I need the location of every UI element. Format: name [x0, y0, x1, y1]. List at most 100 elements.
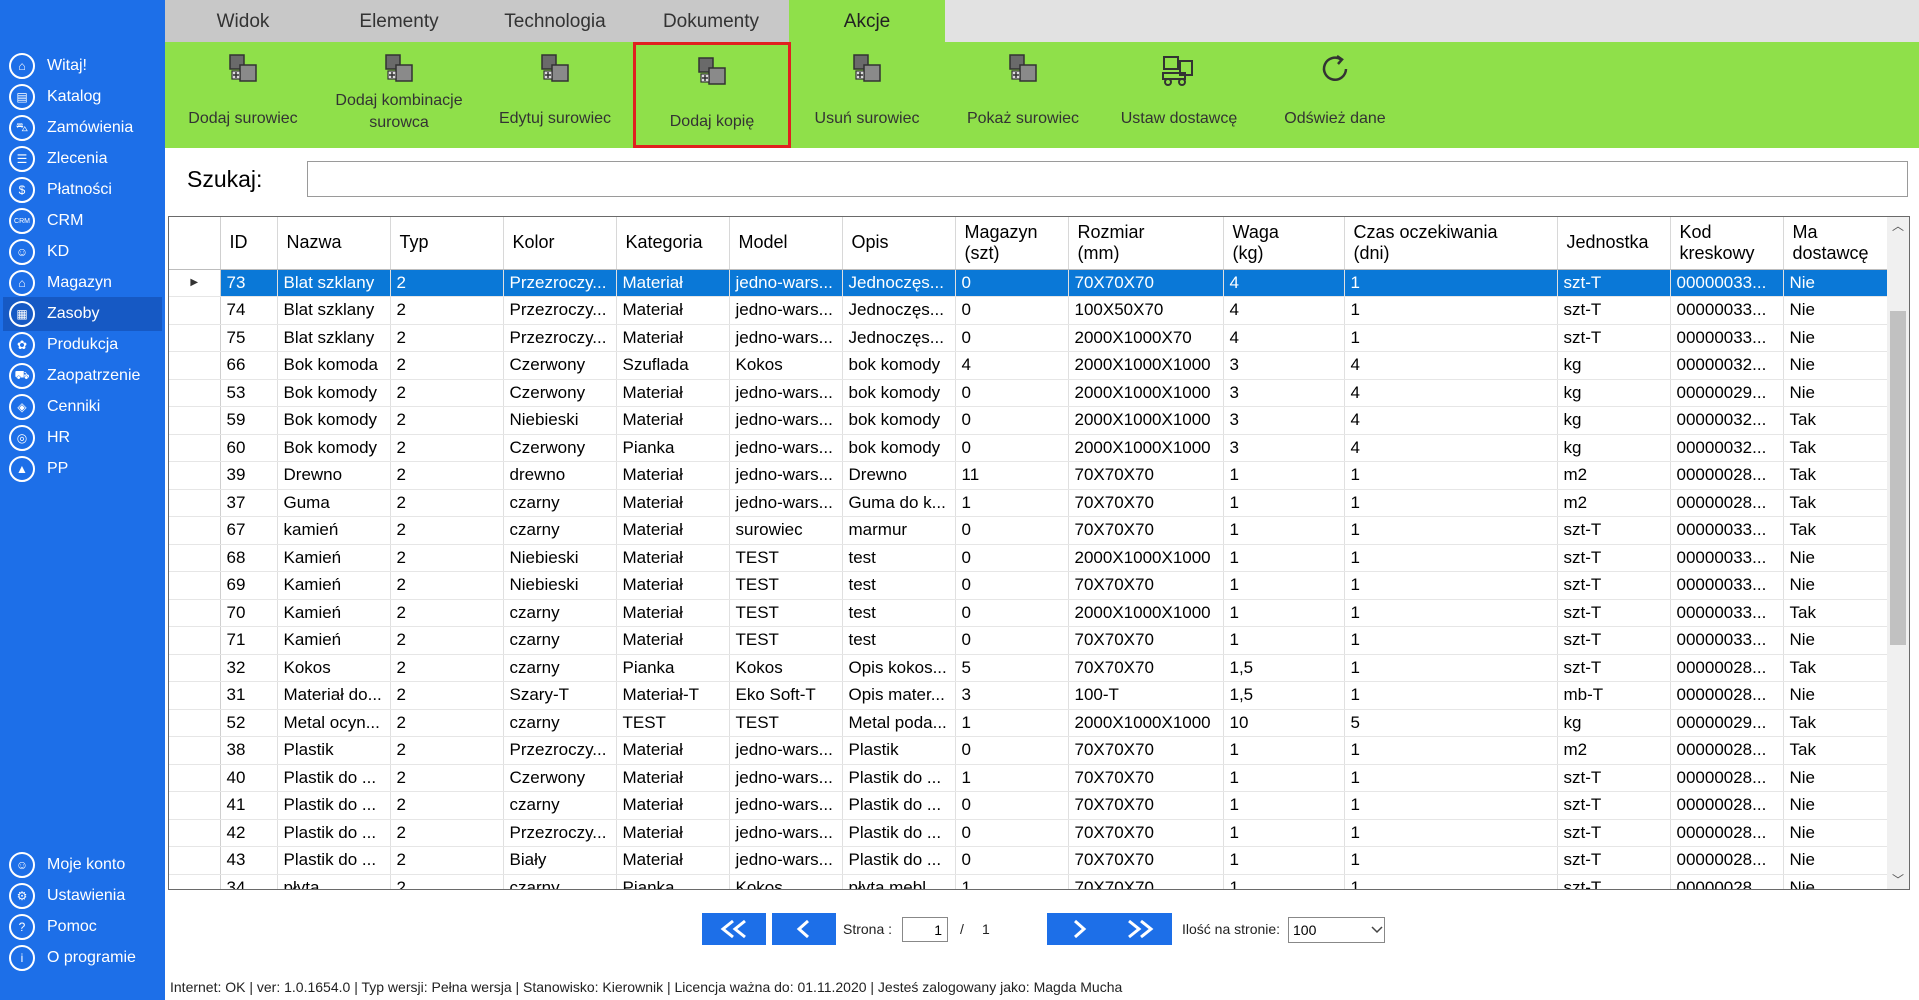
tab-widok[interactable]: Widok: [165, 0, 321, 42]
table-row[interactable]: 40 Plastik do ... 2 Czerwony Materiał jedno-w…: [169, 764, 1897, 792]
column-header-stock[interactable]: Magazyn (szt): [955, 217, 1069, 270]
dodaj-kombinacje-surowca-button[interactable]: Dodaj kombinacje surowca: [321, 42, 477, 148]
row-selector[interactable]: [169, 874, 221, 889]
row-pointer-icon[interactable]: ▶: [169, 269, 221, 297]
row-selector[interactable]: [169, 626, 221, 655]
row-selector[interactable]: [169, 296, 221, 325]
table-row[interactable]: 32 Kokos 2 czarny Pianka Kokos Opis kokos... 5 7…: [169, 654, 1897, 682]
column-header-size[interactable]: Rozmiar (mm): [1068, 217, 1224, 270]
row-selector[interactable]: [169, 791, 221, 820]
table-row[interactable]: 52 Metal ocyn... 2 czarny TEST TEST Metal poda…: [169, 709, 1897, 737]
table-row[interactable]: 53 Bok komody 2 Czerwony Materiał jedno-wars.…: [169, 379, 1897, 407]
column-header-category[interactable]: Kategoria: [616, 217, 730, 270]
search-input[interactable]: [307, 161, 1908, 197]
table-row[interactable]: 75 Blat szklany 2 Przezroczy... Materiał jedn…: [169, 324, 1897, 352]
usu-surowiec-button[interactable]: Usuń surowiec: [789, 42, 945, 148]
column-header-unit[interactable]: Jednostka: [1557, 217, 1671, 270]
tab-elementy[interactable]: Elementy: [321, 0, 477, 42]
ustaw-dostawc--button[interactable]: Ustaw dostawcę: [1101, 42, 1257, 148]
sidebar-item-cenniki[interactable]: ◈ Cenniki: [3, 390, 162, 424]
column-header-weight[interactable]: Waga (kg): [1223, 217, 1345, 270]
table-row[interactable]: 66 Bok komoda 2 Czerwony Szuflada Kokos bok ko…: [169, 351, 1897, 380]
edytuj-surowiec-button[interactable]: Edytuj surowiec: [477, 42, 633, 148]
row-selector[interactable]: [169, 736, 221, 765]
row-selector[interactable]: [169, 351, 221, 380]
table-row[interactable]: 34 płyta 2 czarny Pianka Kokos płyta mebl... 1 7…: [169, 874, 1897, 889]
scrollbar-thumb[interactable]: [1890, 311, 1906, 645]
per-page-select[interactable]: 100: [1288, 917, 1385, 943]
sidebar-item-pp[interactable]: ▲ PP: [3, 452, 162, 486]
sidebar-item-pomoc[interactable]: ? Pomoc: [3, 910, 162, 944]
sidebar-item-crm[interactable]: CRM CRM: [3, 204, 162, 238]
row-selector[interactable]: [169, 846, 221, 875]
table-row[interactable]: 38 Plastik 2 Przezroczy... Materiał jedno-war…: [169, 736, 1897, 765]
page-number-input[interactable]: [902, 917, 948, 942]
sidebar-item-moje-konto[interactable]: ☺ Moje konto: [3, 848, 162, 882]
row-selector[interactable]: [169, 461, 221, 490]
column-header-barcode[interactable]: Kod kreskowy: [1670, 217, 1784, 270]
table-row[interactable]: 70 Kamień 2 czarny Materiał TEST test 0 2000X100…: [169, 599, 1897, 627]
tab-dokumenty[interactable]: Dokumenty: [633, 0, 789, 42]
row-selector[interactable]: [169, 681, 221, 710]
column-header-lead-time[interactable]: Czas oczekiwania (dni): [1344, 217, 1558, 270]
prev-page-button[interactable]: [772, 913, 836, 945]
sidebar-item-zlecenia[interactable]: ☰ Zlecenia: [3, 142, 162, 176]
row-selector[interactable]: [169, 324, 221, 352]
table-row[interactable]: 39 Drewno 2 drewno Materiał jedno-wars... Drew…: [169, 461, 1897, 490]
dodaj-kopi--button[interactable]: Dodaj kopię: [633, 42, 791, 148]
table-row[interactable]: 69 Kamień 2 Niebieski Materiał TEST test 0 70X70…: [169, 571, 1897, 600]
row-selector[interactable]: [169, 516, 221, 545]
column-header-name[interactable]: Nazwa: [277, 217, 391, 270]
table-row[interactable]: 31 Materiał do... 2 Szary-T Materiał-T Eko So…: [169, 681, 1897, 710]
poka-surowiec-button[interactable]: Pokaż surowiec: [945, 42, 1101, 148]
scroll-up-icon[interactable]: ︿: [1887, 217, 1909, 235]
vertical-scrollbar[interactable]: ︿ ﹀: [1887, 217, 1909, 889]
table-row[interactable]: 37 Guma 2 czarny Materiał jedno-wars... Guma d…: [169, 489, 1897, 517]
sidebar-item-p-atno-ci[interactable]: $ Płatności: [3, 173, 162, 207]
row-selector[interactable]: [169, 406, 221, 435]
sidebar-item-magazyn[interactable]: ⌂ Magazyn: [3, 266, 162, 300]
table-row[interactable]: 74 Blat szklany 2 Przezroczy... Materiał jedn…: [169, 296, 1897, 325]
sidebar-item-hr[interactable]: ◎ HR: [3, 421, 162, 455]
table-row[interactable]: 42 Plastik do ... 2 Przezroczy... Materiał je…: [169, 819, 1897, 847]
table-row[interactable]: 67 kamień 2 czarny Materiał surowiec marmur 0 70…: [169, 516, 1897, 545]
tab-akcje[interactable]: Akcje: [789, 0, 945, 42]
sidebar-item-o-programie[interactable]: i O programie: [3, 941, 162, 975]
last-page-button[interactable]: [1108, 913, 1172, 945]
row-selector[interactable]: [169, 379, 221, 407]
scroll-down-icon[interactable]: ﹀: [1887, 871, 1909, 889]
tab-technologia[interactable]: Technologia: [477, 0, 633, 42]
row-selector[interactable]: [169, 544, 221, 572]
od-wie-dane-button[interactable]: Odśwież dane: [1257, 42, 1413, 148]
sidebar-item-kd[interactable]: ☺ KD: [3, 235, 162, 269]
row-selector[interactable]: [169, 599, 221, 627]
table-row[interactable]: 68 Kamień 2 Niebieski Materiał TEST test 0 2000X…: [169, 544, 1897, 572]
row-selector[interactable]: [169, 654, 221, 682]
sidebar-item-witaj-[interactable]: ⌂ Witaj!: [3, 49, 162, 83]
row-selector[interactable]: [169, 571, 221, 600]
sidebar-item-ustawienia[interactable]: ⚙ Ustawienia: [3, 879, 162, 913]
table-row[interactable]: 59 Bok komody 2 Niebieski Materiał jedno-wars…: [169, 406, 1897, 435]
column-header-description[interactable]: Opis: [842, 217, 956, 270]
row-selector[interactable]: [169, 764, 221, 792]
column-header-type[interactable]: Typ: [390, 217, 504, 270]
row-selector[interactable]: [169, 819, 221, 847]
row-selector[interactable]: [169, 489, 221, 517]
table-row[interactable]: 71 Kamień 2 czarny Materiał TEST test 0 70X70X70…: [169, 626, 1897, 655]
table-row[interactable]: 41 Plastik do ... 2 czarny Materiał jedno-war…: [169, 791, 1897, 820]
sidebar-item-produkcja[interactable]: ✿ Produkcja: [3, 328, 162, 362]
table-row[interactable]: ▶ 73 Blat szklany 2 Przezroczy... Materiał jed…: [169, 269, 1897, 297]
row-selector[interactable]: [169, 434, 221, 462]
sidebar-item-zaopatrzenie[interactable]: ⛟ Zaopatrzenie: [3, 359, 162, 393]
sidebar-item-katalog[interactable]: ▤ Katalog: [3, 80, 162, 114]
column-header-has-supplier[interactable]: Ma dostawcę: [1783, 217, 1897, 270]
table-row[interactable]: 43 Plastik do ... 2 Biały Materiał jedno-wars…: [169, 846, 1897, 875]
row-selector[interactable]: [169, 709, 221, 737]
column-header-color[interactable]: Kolor: [503, 217, 617, 270]
next-page-button[interactable]: [1047, 913, 1111, 945]
first-page-button[interactable]: [702, 913, 766, 945]
column-header-model[interactable]: Model: [729, 217, 843, 270]
column-header-id[interactable]: ID: [220, 217, 278, 270]
sidebar-item-zasoby[interactable]: ▦ Zasoby: [3, 297, 162, 331]
dodaj-surowiec-button[interactable]: Dodaj surowiec: [165, 42, 321, 148]
